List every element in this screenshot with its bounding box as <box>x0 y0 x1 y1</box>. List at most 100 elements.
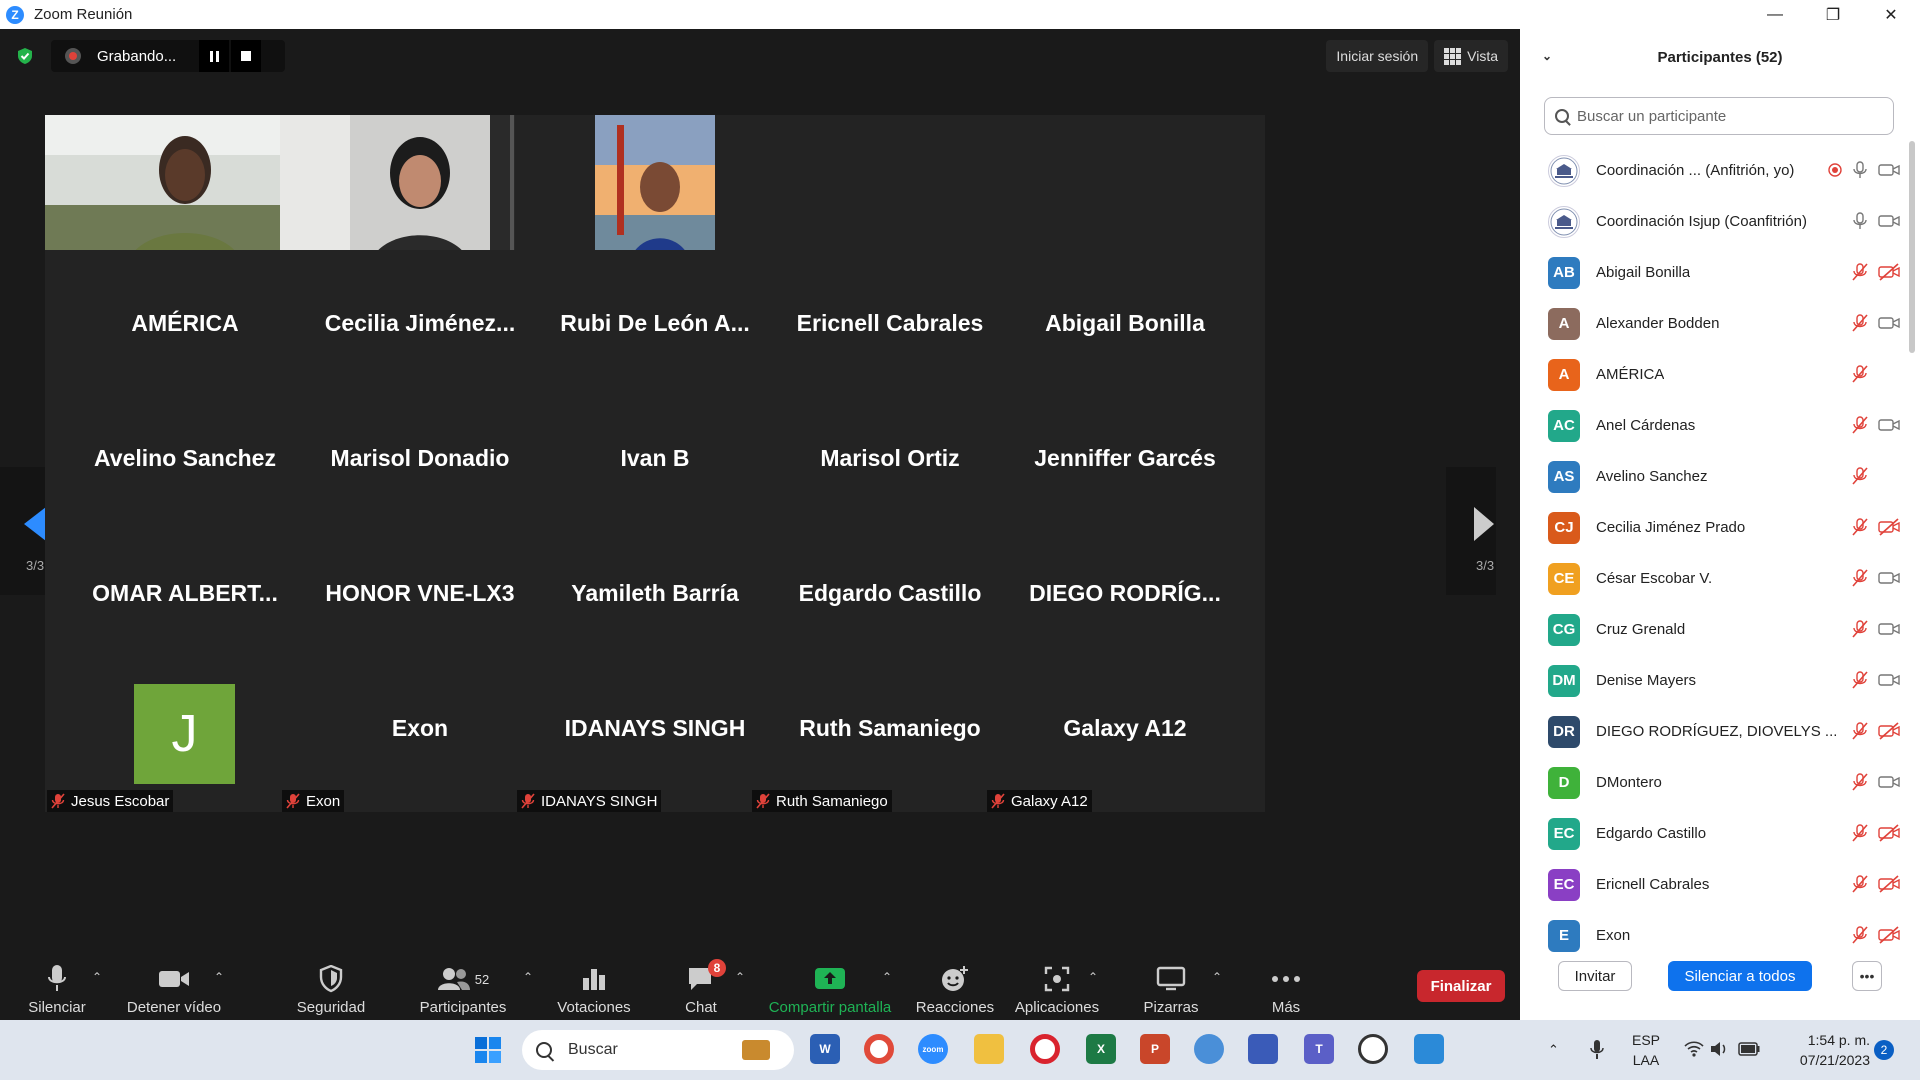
video-off-icon[interactable] <box>1878 722 1900 745</box>
panel-more-button[interactable]: ••• <box>1852 961 1882 991</box>
share-options-caret-icon[interactable]: ⌃ <box>882 970 892 984</box>
more-button[interactable]: Más <box>1256 956 1316 1016</box>
stop-recording-button[interactable] <box>231 40 261 72</box>
participant-row[interactable]: Coordinación ... (Anfitrión, yo) <box>1520 145 1910 196</box>
video-camera-icon[interactable] <box>1878 212 1900 235</box>
excel-app-icon[interactable]: X <box>1086 1034 1116 1064</box>
video-tile[interactable]: DIEGO RODRÍG...DIEGO RODRÍGUEZ, DIOVELYS… <box>985 520 1265 677</box>
polls-button[interactable]: Votaciones <box>556 956 632 1016</box>
close-icon[interactable]: ✕ <box>1862 0 1920 29</box>
muted-mic-icon[interactable] <box>1852 416 1868 439</box>
minimize-icon[interactable]: — <box>1746 0 1804 29</box>
participant-row[interactable]: EC Ericnell Cabrales <box>1520 859 1910 910</box>
tray-chevron-up-icon[interactable]: ⌃ <box>1548 1020 1559 1080</box>
teams-app-icon[interactable]: T <box>1304 1034 1334 1064</box>
signin-button[interactable]: Iniciar sesión <box>1326 40 1429 72</box>
video-tile[interactable]: Galaxy A12 Galaxy A12 <box>985 655 1265 812</box>
app-icon-globe[interactable] <box>1194 1034 1224 1064</box>
mute-button[interactable]: Silenciar <box>26 956 88 1016</box>
video-off-icon[interactable] <box>1878 926 1900 949</box>
video-camera-icon[interactable] <box>1878 671 1900 694</box>
video-camera-icon[interactable] <box>1878 773 1900 796</box>
windows-start-icon[interactable] <box>474 1036 502 1064</box>
video-tile[interactable]: Jenniffer GarcésJenniffer Garcés <box>985 385 1265 542</box>
video-off-icon[interactable] <box>1878 875 1900 898</box>
participant-row[interactable]: CG Cruz Grenald <box>1520 604 1910 655</box>
shield-check-icon[interactable] <box>16 47 34 65</box>
video-camera-icon[interactable] <box>1878 569 1900 592</box>
restore-icon[interactable]: ❐ <box>1804 0 1862 29</box>
wifi-icon[interactable] <box>1684 1041 1704 1057</box>
reactions-button[interactable]: Reacciones <box>914 956 996 1016</box>
taskbar-search[interactable]: Buscar <box>522 1030 794 1070</box>
opera-app-icon[interactable] <box>1030 1034 1060 1064</box>
participant-row[interactable]: A Alexander Bodden <box>1520 298 1910 349</box>
video-off-icon[interactable] <box>1878 824 1900 847</box>
chrome-app-icon[interactable] <box>864 1034 894 1064</box>
video-options-caret-icon[interactable]: ⌃ <box>214 970 224 984</box>
participant-row[interactable]: AS Avelino Sanchez <box>1520 451 1910 502</box>
mute-options-caret-icon[interactable]: ⌃ <box>92 970 102 984</box>
video-camera-icon[interactable] <box>1878 620 1900 643</box>
muted-mic-icon[interactable] <box>1852 569 1868 592</box>
word-app-icon[interactable]: W <box>810 1034 840 1064</box>
video-tile[interactable]: Jackeline Rodriguez <box>985 115 1265 272</box>
file-explorer-icon[interactable] <box>974 1034 1004 1064</box>
video-off-icon[interactable] <box>1878 518 1900 541</box>
microphone-icon[interactable] <box>1852 161 1868 184</box>
muted-mic-icon[interactable] <box>1852 620 1868 643</box>
participant-search-input[interactable]: Buscar un participante <box>1544 97 1894 135</box>
battery-icon[interactable] <box>1738 1042 1760 1056</box>
chat-button[interactable]: 8 Chat <box>680 956 726 1016</box>
participant-row[interactable]: AB Abigail Bonilla <box>1520 247 1910 298</box>
muted-mic-icon[interactable] <box>1852 467 1868 490</box>
clock-app-icon[interactable] <box>1358 1034 1388 1064</box>
chat-options-caret-icon[interactable]: ⌃ <box>735 970 745 984</box>
participant-row[interactable]: DM Denise Mayers <box>1520 655 1910 706</box>
muted-mic-icon[interactable] <box>1852 773 1868 796</box>
share-screen-button[interactable]: Compartir pantalla <box>764 956 896 1016</box>
zoom-app-icon[interactable]: zoom <box>918 1034 948 1064</box>
whiteboards-options-caret-icon[interactable]: ⌃ <box>1212 970 1222 984</box>
security-button[interactable]: Seguridad <box>294 956 368 1016</box>
muted-mic-icon[interactable] <box>1852 926 1868 949</box>
participants-options-caret-icon[interactable]: ⌃ <box>523 970 533 984</box>
video-camera-icon[interactable] <box>1878 314 1900 337</box>
participant-row[interactable]: E Exon <box>1520 910 1910 961</box>
muted-mic-icon[interactable] <box>1852 263 1868 286</box>
muted-mic-icon[interactable] <box>1852 365 1868 388</box>
mute-all-button[interactable]: Silenciar a todos <box>1668 961 1812 991</box>
language-indicator[interactable]: ESP LAA <box>1628 1030 1664 1070</box>
video-tile[interactable]: Abigail BonillaAbigail Bonilla <box>985 250 1265 407</box>
participant-row[interactable]: CJ Cecilia Jiménez Prado <box>1520 502 1910 553</box>
tray-microphone-icon[interactable] <box>1590 1039 1604 1061</box>
participant-row[interactable]: D DMontero <box>1520 757 1910 808</box>
system-clock[interactable]: 1:54 p. m. 07/21/2023 <box>1780 1030 1870 1070</box>
participant-row[interactable]: EC Edgardo Castillo <box>1520 808 1910 859</box>
app-icon-chart[interactable] <box>1248 1034 1278 1064</box>
end-meeting-button[interactable]: Finalizar <box>1417 970 1505 1002</box>
muted-mic-icon[interactable] <box>1852 314 1868 337</box>
muted-mic-icon[interactable] <box>1852 824 1868 847</box>
participant-row[interactable]: Coordinación Isjup (Coanfitrión) <box>1520 196 1910 247</box>
muted-mic-icon[interactable] <box>1852 875 1868 898</box>
participants-button[interactable]: 52 Participantes <box>418 956 508 1016</box>
participant-row[interactable]: AC Anel Cárdenas <box>1520 400 1910 451</box>
whiteboards-button[interactable]: Pizarras <box>1140 956 1202 1016</box>
video-camera-icon[interactable] <box>1878 161 1900 184</box>
participant-list-scrollbar[interactable] <box>1909 141 1915 353</box>
video-camera-icon[interactable] <box>1878 416 1900 439</box>
stop-video-button[interactable]: Detener vídeo <box>124 956 224 1016</box>
muted-mic-icon[interactable] <box>1852 722 1868 745</box>
invite-button[interactable]: Invitar <box>1558 961 1632 991</box>
participant-row[interactable]: DR DIEGO RODRÍGUEZ, DIOVELYS ... <box>1520 706 1910 757</box>
video-off-icon[interactable] <box>1878 263 1900 286</box>
muted-mic-icon[interactable] <box>1852 671 1868 694</box>
view-button[interactable]: Vista <box>1434 40 1508 72</box>
notification-badge[interactable]: 2 <box>1874 1040 1894 1060</box>
volume-icon[interactable] <box>1710 1041 1728 1057</box>
apps-button[interactable]: Aplicaciones <box>1014 956 1100 1016</box>
pause-recording-button[interactable] <box>199 40 229 72</box>
muted-mic-icon[interactable] <box>1852 518 1868 541</box>
powerpoint-app-icon[interactable]: P <box>1140 1034 1170 1064</box>
